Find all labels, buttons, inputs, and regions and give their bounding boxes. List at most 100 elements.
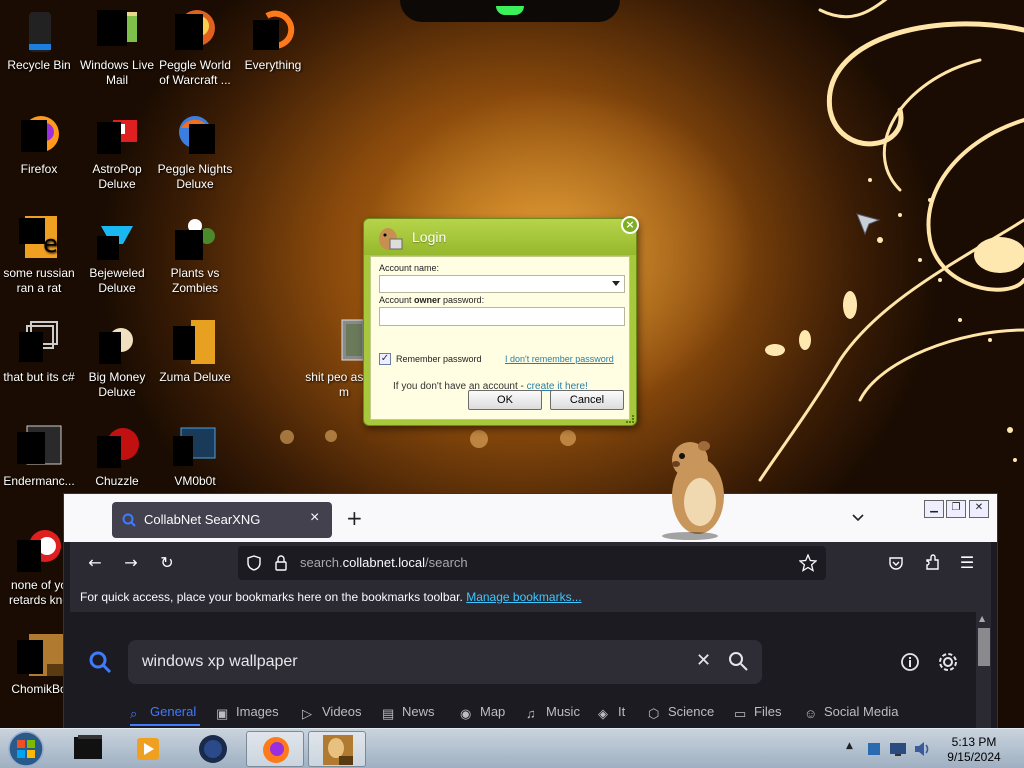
extensions-icon[interactable] [924,554,940,572]
desktop-icon-zuma[interactable]: Zuma Deluxe [156,318,234,385]
hamster-mascot[interactable] [660,436,730,540]
desktop-icon-that-but-csharp[interactable]: that but its c# [0,318,78,385]
reload-icon[interactable]: ↻ [156,552,178,574]
forward-icon[interactable]: → [120,552,142,574]
category-general[interactable]: ⌕ General [130,704,196,721]
login-title: Login [412,229,447,245]
desktop-icon-astropop[interactable]: AstroPop Deluxe [78,110,156,192]
volume-icon[interactable] [912,739,932,759]
category-social-media[interactable]: ☺ Social Media [804,704,898,721]
category-map[interactable]: ◉ Map [460,704,505,721]
clock-time: 5:13 PM [951,735,997,749]
taskbar-firefox[interactable] [246,731,304,767]
clear-search-icon[interactable]: ✕ [696,650,711,671]
window-close-button[interactable]: ✕ [969,500,989,518]
system-clock[interactable]: 5:13 PM 9/15/2024 [940,735,1008,765]
desktop-icon-peggle-wow[interactable]: Peggle World of Warcraft ... [156,6,234,88]
recycle-bin-icon [15,6,63,54]
people-icon: ☺ [804,706,818,721]
category-music[interactable]: ♫ Music [526,704,580,721]
tab-strip: CollabNet SearXNG × + ▁ ❐ ✕ [64,494,997,542]
lock-icon[interactable] [274,555,288,571]
desktop-icon-everything[interactable]: Everything [234,6,312,73]
login-titlebar[interactable]: Login [364,219,636,255]
tray-app-icon[interactable] [864,739,884,759]
login-close-button[interactable]: × [621,216,639,234]
bookmarks-toolbar: For quick access, place your bookmarks h… [70,584,991,612]
category-science[interactable]: ⬡ Science [648,704,714,721]
desktop-icon-vm0b0t[interactable]: VM0b0t [156,422,234,489]
forgot-password-link[interactable]: I don't remember password [505,354,614,364]
new-tab-button[interactable]: + [346,508,363,528]
cancel-button[interactable]: Cancel [550,390,624,410]
chuzzle-icon [93,422,141,470]
image-icon: ▣ [216,706,229,721]
peggle-icon [171,6,219,54]
tab-close-button[interactable]: × [310,509,319,527]
minimize-button[interactable]: ▁ [924,500,944,518]
pocket-icon[interactable] [888,555,904,571]
search-icon: ⌕ [130,706,138,721]
firefox-window: CollabNet SearXNG × + ▁ ❐ ✕ ← → ↻ search… [63,493,998,731]
desktop-icon-windows-live-mail[interactable]: Windows Live Mail [78,6,156,88]
taskbar: ▲ 5:13 PM 9/15/2024 [0,728,1024,768]
search-icon[interactable] [728,651,748,671]
password-input[interactable] [379,307,625,326]
shield-icon[interactable] [246,555,262,571]
dropdown-arrow-icon[interactable] [612,281,620,286]
desktop-icon-firefox[interactable]: Firefox [0,110,78,177]
science-icon: ⬡ [648,706,660,721]
layers-icon: ◈ [598,706,608,721]
desktop-icon-big-money[interactable]: Big Money Deluxe [78,318,156,400]
category-files[interactable]: ▭ Files [734,704,781,721]
pvz-icon [171,214,219,262]
account-name-combobox[interactable] [379,275,625,293]
category-news[interactable]: ▤ News [382,704,435,721]
ok-button[interactable]: OK [468,390,542,410]
show-hidden-icons-button[interactable]: ▲ [846,741,853,751]
remember-password-checkbox[interactable]: ✓ [379,353,391,365]
url-bar[interactable]: search.collabnet.local/search [238,546,826,580]
searxng-logo-icon[interactable] [88,650,112,674]
category-images[interactable]: ▣ Images [216,704,279,721]
active-category-underline [130,724,200,726]
gear-icon[interactable] [937,651,959,673]
list-all-tabs-icon[interactable] [852,512,864,524]
maximize-button[interactable]: ❐ [946,500,966,518]
info-icon[interactable] [900,652,920,672]
file-icon [15,526,63,574]
desktop-icon-chuzzle[interactable]: Chuzzle [78,422,156,489]
hamburger-menu-icon[interactable]: ☰ [956,552,978,574]
desktop-icon-endermanc[interactable]: Endermanc... [0,422,78,489]
desktop-icon-plants-vs-zombies[interactable]: Plants vs Zombies [156,214,234,296]
account-name-label: Account name: [379,263,440,273]
scroll-up-arrow-icon[interactable]: ▲ [979,614,985,623]
taskbar-app-1[interactable] [60,731,118,767]
password-label: Account owner password: [379,295,485,305]
desktop-icon-bejeweled[interactable]: Bejeweled Deluxe [78,214,156,296]
resize-grip-icon[interactable] [626,415,634,423]
taskbar-chomikbox[interactable] [308,731,366,767]
mouse-cursor-icon [856,213,881,236]
astropop-icon [93,110,141,158]
bookmark-star-icon[interactable] [799,554,817,572]
scrollbar-thumb[interactable] [978,628,990,666]
app-icon [15,422,63,470]
search-box[interactable]: windows xp wallpaper ✕ [128,640,762,684]
taskbar-media-player[interactable] [120,731,178,767]
vertical-scrollbar[interactable]: ▲ [976,612,991,731]
tab-collabnet-searxng[interactable]: CollabNet SearXNG × [112,502,332,538]
url-text[interactable]: search.collabnet.local/search [300,555,468,570]
category-videos[interactable]: ▷ Videos [302,704,362,721]
desktop-icon-peggle-nights[interactable]: Peggle Nights Deluxe [156,110,234,192]
category-it[interactable]: ◈ It [598,704,625,721]
folder-icon [15,318,63,366]
network-icon[interactable] [888,739,908,759]
desktop-icon-russian-rat[interactable]: e some russian ran a rat [0,214,78,296]
start-button-icon[interactable] [4,729,48,768]
manage-bookmarks-link[interactable]: Manage bookmarks... [466,590,581,604]
desktop-icon-recycle-bin[interactable]: Recycle Bin [0,6,78,73]
search-query[interactable]: windows xp wallpaper [142,653,298,671]
back-icon[interactable]: ← [84,552,106,574]
taskbar-app-3[interactable] [184,731,242,767]
